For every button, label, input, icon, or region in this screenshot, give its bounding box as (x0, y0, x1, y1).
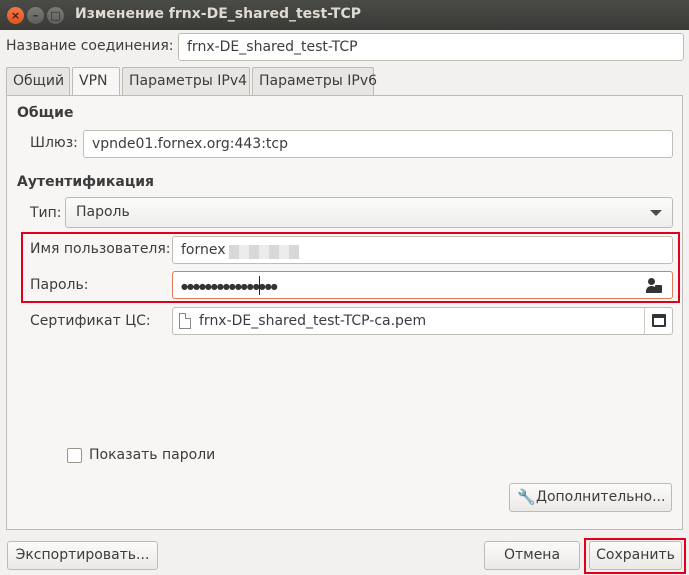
minimize-icon[interactable]: – (27, 7, 44, 24)
advanced-button[interactable]: 🔧 Дополнительно... (509, 483, 672, 512)
tab-ipv4[interactable]: Параметры IPv4 (122, 67, 250, 96)
connection-name-label: Название соединения: (6, 38, 174, 54)
show-passwords-checkbox[interactable] (67, 448, 82, 463)
user-lock-icon[interactable] (646, 278, 662, 294)
password-label: Пароль: (30, 277, 89, 293)
username-value: fornex (181, 242, 226, 258)
window-title: Изменение frnx-DE_shared_test-TCP (75, 6, 362, 22)
auth-heading: Аутентификация (17, 174, 154, 190)
auth-type-combo[interactable]: Пароль (65, 197, 673, 228)
auth-type-label: Тип: (30, 205, 62, 221)
show-passwords-label: Показать пароли (89, 447, 216, 463)
password-input[interactable]: ●●●●●●●●●●●●●●●● (172, 271, 673, 299)
general-heading: Общие (17, 105, 74, 121)
gateway-value: vpnde01.fornex.org:443:tcp (92, 136, 288, 152)
file-icon (179, 313, 191, 329)
tab-vpn[interactable]: VPN (72, 67, 120, 97)
cancel-button[interactable]: Отмена (484, 541, 580, 570)
gateway-input[interactable]: vpnde01.fornex.org:443:tcp (83, 130, 673, 158)
username-label: Имя пользователя: (30, 241, 171, 257)
text-cursor (259, 276, 260, 295)
username-input[interactable]: fornex (172, 236, 673, 264)
connection-name-value: frnx-DE_shared_test-TCP (187, 39, 358, 55)
title-bar: × – □ Изменение frnx-DE_shared_test-TCP (0, 0, 689, 30)
advanced-button-label: Дополнительно... (536, 489, 666, 505)
gateway-label: Шлюз: (30, 135, 78, 151)
password-value: ●●●●●●●●●●●●●●●● (181, 282, 278, 291)
redacted-username-region (229, 245, 299, 259)
save-button[interactable]: Сохранить (589, 541, 682, 570)
auth-type-value: Пароль (76, 204, 130, 220)
export-button[interactable]: Экспортировать... (7, 541, 158, 570)
tab-general[interactable]: Общий (6, 67, 70, 96)
folder-open-icon (652, 314, 666, 327)
ca-cert-value: frnx-DE_shared_test-TCP-ca.pem (199, 313, 427, 329)
maximize-icon[interactable]: □ (47, 7, 64, 24)
connection-name-input[interactable]: frnx-DE_shared_test-TCP (178, 33, 684, 61)
ca-cert-label: Сертификат ЦС: (30, 313, 151, 329)
wrench-icon: 🔧 (517, 488, 536, 506)
tab-ipv6[interactable]: Параметры IPv6 (252, 67, 377, 96)
ca-cert-chooser[interactable]: frnx-DE_shared_test-TCP-ca.pem (172, 307, 673, 335)
close-icon[interactable]: × (7, 7, 24, 24)
chevron-down-icon (650, 210, 662, 216)
open-file-button[interactable] (644, 308, 672, 334)
